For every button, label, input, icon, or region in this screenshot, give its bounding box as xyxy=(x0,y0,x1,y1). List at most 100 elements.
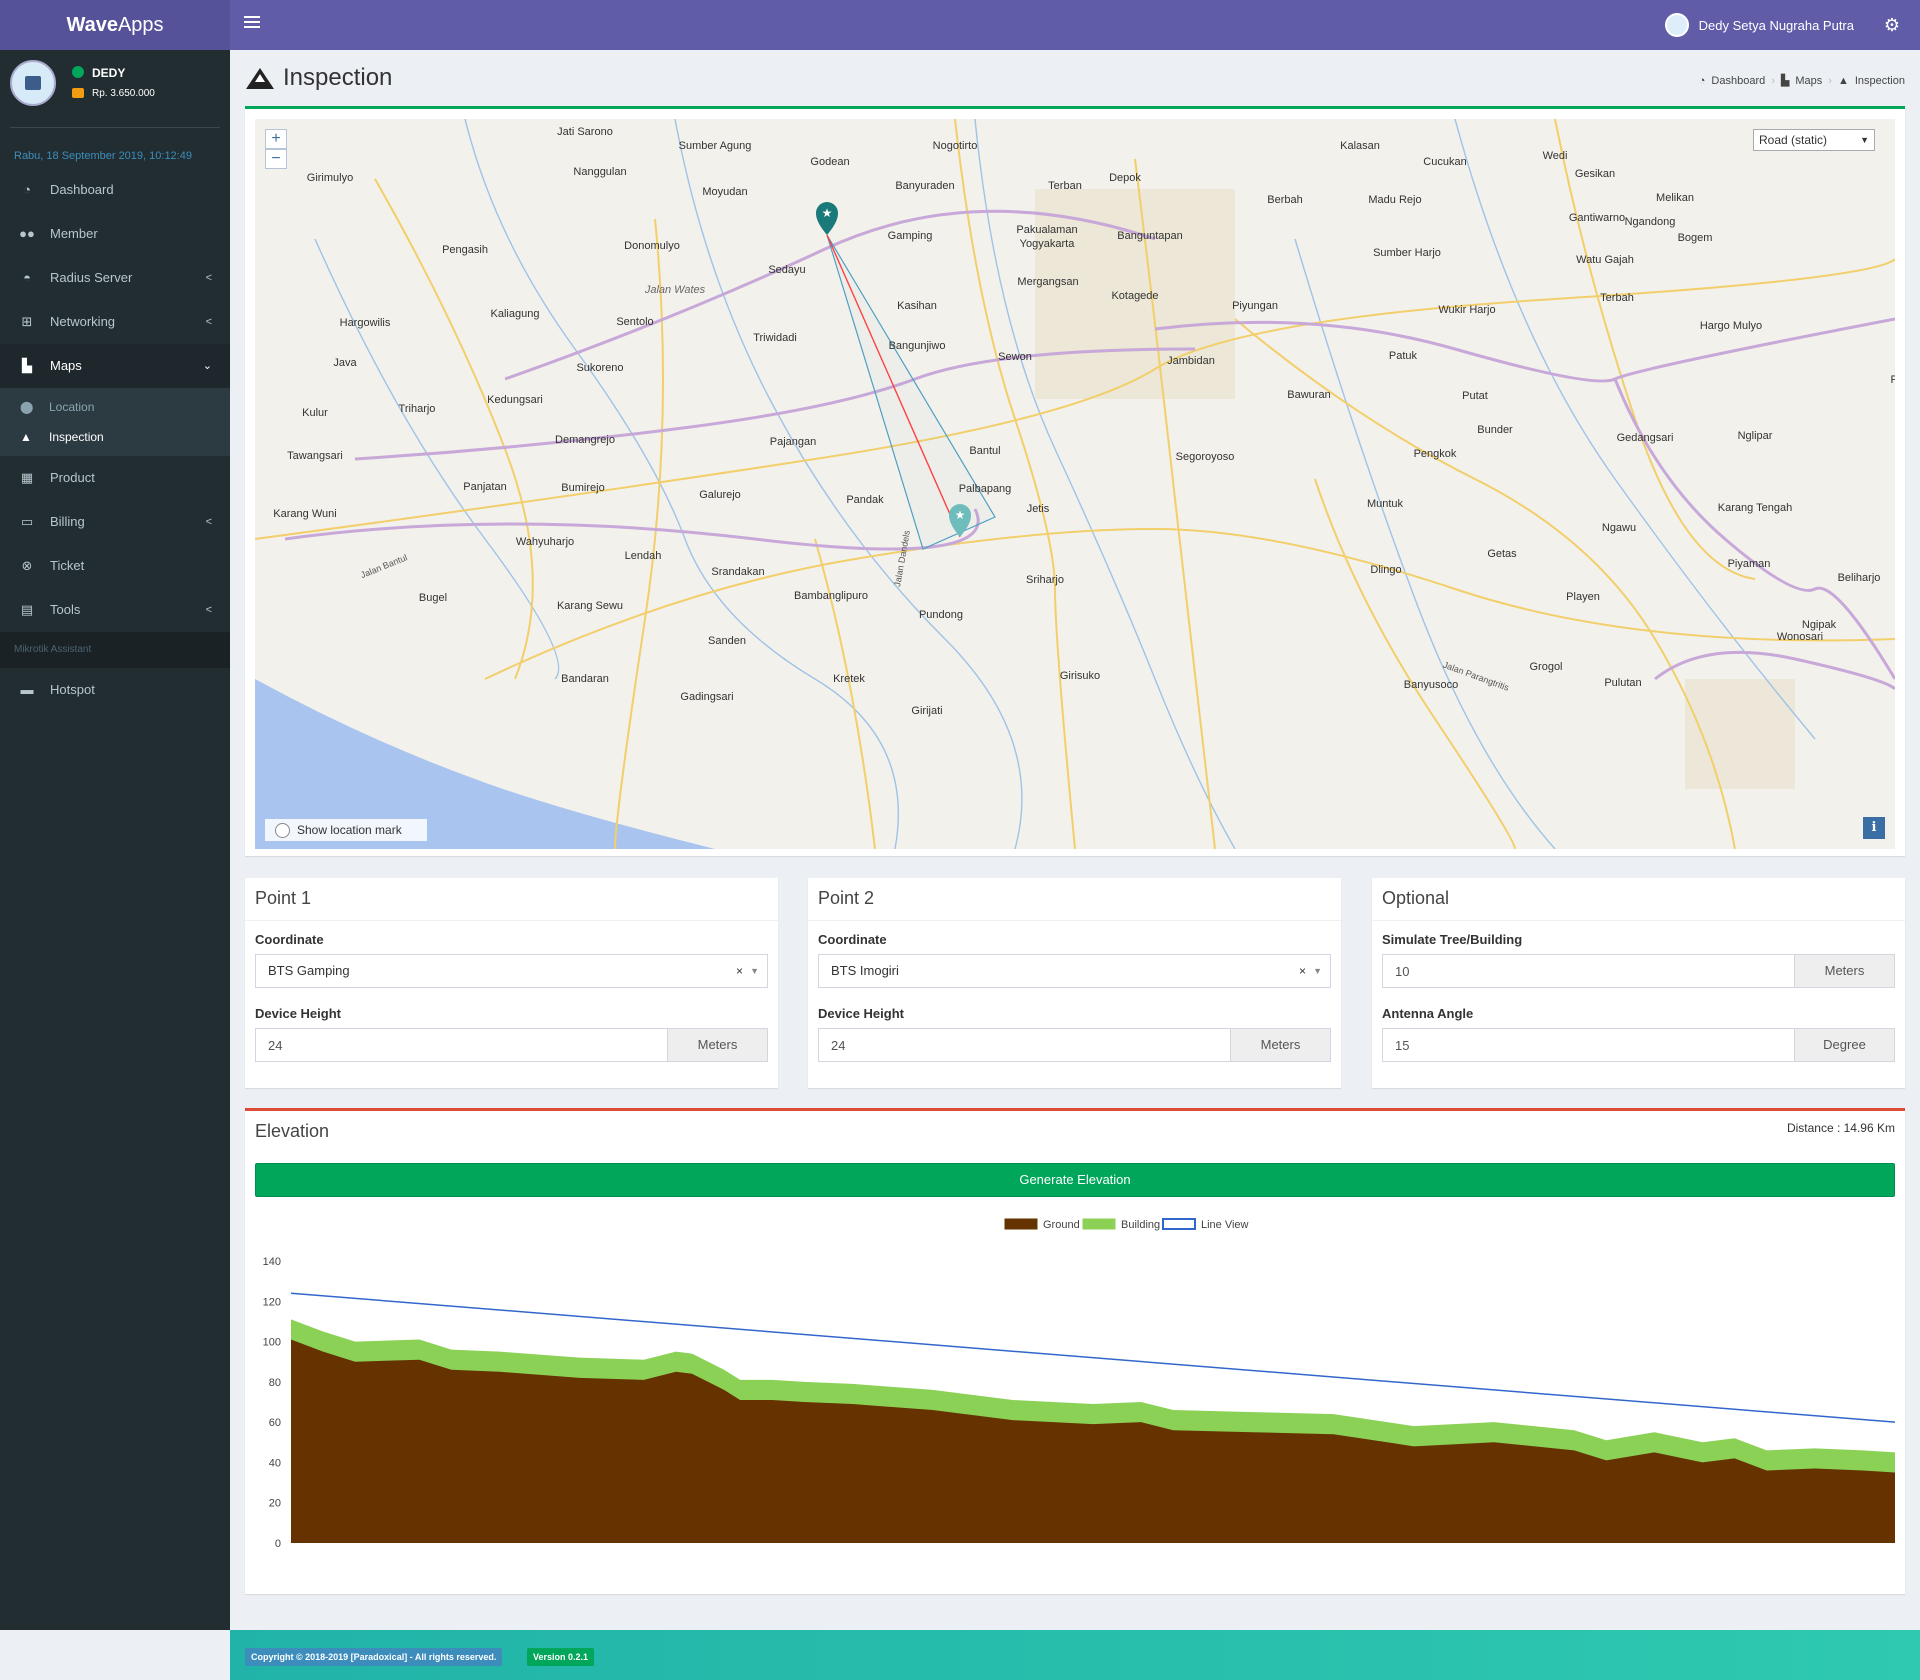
clear-icon[interactable]: × xyxy=(736,955,743,987)
user-menu[interactable]: Dedy Setya Nugraha Putra xyxy=(1664,0,1854,50)
brand-logo[interactable]: WaveApps xyxy=(0,0,230,50)
place-label: Pilangrejo xyxy=(1891,374,1895,386)
place-label: Hargo Mulyo xyxy=(1700,320,1762,332)
divider xyxy=(808,920,1341,921)
y-tick-label: 40 xyxy=(269,1457,281,1469)
point1-height-unit: Meters xyxy=(668,1028,768,1062)
life-ring-icon: ⊗ xyxy=(21,558,33,573)
point1-height-label: Device Height xyxy=(255,1006,341,1021)
copyright-badge: Copyright © 2018-2019 [Paradoxical] - Al… xyxy=(245,1648,503,1666)
page-title-text: Inspection xyxy=(283,64,393,91)
place-label: Banyuraden xyxy=(895,180,954,192)
place-label: Wukir Harjo xyxy=(1438,304,1495,316)
antenna-angle-group: Degree xyxy=(1382,1028,1895,1062)
place-label: Triwidadi xyxy=(753,332,797,344)
sidebar-item-label: Product xyxy=(50,470,95,485)
place-label: Jambidan xyxy=(1167,355,1215,367)
breadcrumb-dashboard[interactable]: Dashboard xyxy=(1711,75,1765,87)
sidebar-item-networking[interactable]: ⊞ Networking < xyxy=(0,300,230,344)
coins-icon xyxy=(72,88,84,98)
point2-height-input[interactable] xyxy=(818,1028,1231,1062)
point1-title: Point 1 xyxy=(255,888,312,908)
top-navbar: Dedy Setya Nugraha Putra ⚙ xyxy=(230,0,1920,50)
sidebar-item-label: Maps xyxy=(50,358,82,373)
tree-building-group: Meters xyxy=(1382,954,1895,988)
place-label: Nanggulan xyxy=(573,166,626,178)
y-tick-label: 100 xyxy=(263,1337,281,1349)
generate-elevation-button[interactable]: Generate Elevation xyxy=(255,1163,1895,1197)
place-label: Jetis xyxy=(1027,503,1050,515)
sidebar-item-inspection[interactable]: ▲ Inspection xyxy=(0,422,230,452)
sidebar-item-tools[interactable]: ▤ Tools < xyxy=(0,588,230,632)
maps-submenu: ⬤ Location ▲ Inspection xyxy=(0,388,230,456)
sidebar-item-maps[interactable]: ▙ Maps ⌄ xyxy=(0,344,230,388)
place-label: Wonosari xyxy=(1777,631,1823,643)
point2-height-group: Meters xyxy=(818,1028,1331,1062)
place-label: Lendah xyxy=(625,550,662,562)
place-label: Java xyxy=(333,357,357,369)
place-label: Karang Sewu xyxy=(557,600,623,612)
breadcrumb-maps[interactable]: Maps xyxy=(1795,75,1822,87)
y-tick-label: 120 xyxy=(263,1296,281,1308)
sidebar-item-billing[interactable]: ▭ Billing < xyxy=(0,500,230,544)
point1-coordinate-select[interactable]: BTS Gamping × ▼ xyxy=(255,954,768,988)
place-label: Terban xyxy=(1048,180,1082,192)
sidebar-item-ticket[interactable]: ⊗ Ticket xyxy=(0,544,230,588)
sidebar-item-dashboard[interactable]: ◔ Dashboard xyxy=(0,168,230,212)
point1-height-input[interactable] xyxy=(255,1028,668,1062)
sidebar-item-member[interactable]: ●● Member xyxy=(0,212,230,256)
sidebar-item-label: Dashboard xyxy=(50,182,114,197)
place-label: Pengkok xyxy=(1414,448,1457,460)
place-label: Kaliagung xyxy=(491,308,540,320)
point2-coordinate-select[interactable]: BTS Imogiri × ▼ xyxy=(818,954,1331,988)
place-label: Jalan Bantul xyxy=(359,552,409,580)
place-label: Sukoreno xyxy=(576,362,623,374)
marker-point1-icon[interactable]: ★ xyxy=(816,202,838,235)
point2-title: Point 2 xyxy=(818,888,875,908)
zoom-in-button[interactable]: + xyxy=(265,129,287,149)
place-label: Bantul xyxy=(969,445,1000,457)
breadcrumb-inspection: Inspection xyxy=(1854,74,1905,87)
gears-icon[interactable]: ⚙ xyxy=(1884,15,1900,36)
zoom-out-button[interactable]: − xyxy=(265,149,287,169)
map-type-select[interactable]: Road (static) xyxy=(1753,129,1875,151)
place-label: Gamping xyxy=(888,230,933,242)
y-tick-label: 80 xyxy=(269,1377,281,1389)
tree-building-input[interactable] xyxy=(1382,954,1795,988)
clear-icon[interactable]: × xyxy=(1299,955,1306,987)
show-location-mark-toggle[interactable]: Show location mark xyxy=(265,819,427,841)
sidebar-item-label: Member xyxy=(50,226,98,241)
place-label: Playen xyxy=(1566,591,1600,603)
place-label: Ngawu xyxy=(1602,522,1636,534)
tachometer-icon: ◓ xyxy=(23,270,31,285)
breadcrumb-separator: › xyxy=(1828,74,1832,87)
place-label: Pakualaman xyxy=(1016,224,1077,236)
sidebar-item-label: Tools xyxy=(50,602,81,617)
place-label: Nogotirto xyxy=(933,140,978,152)
sidebar-item-product[interactable]: ▦ Product xyxy=(0,456,230,500)
sidebar-item-hotspot[interactable]: ▬ Hotspot xyxy=(0,668,230,712)
sidebar-item-location[interactable]: ⬤ Location xyxy=(0,392,230,422)
divider xyxy=(1372,920,1905,921)
user-avatar-icon xyxy=(1664,13,1689,37)
point1-coordinate-label: Coordinate xyxy=(255,932,324,947)
point2-coordinate-label: Coordinate xyxy=(818,932,887,947)
mountain-icon xyxy=(246,68,274,89)
legend-swatch xyxy=(1162,1218,1196,1230)
place-label: Kotagede xyxy=(1111,290,1158,302)
sidebar-item-label: Location xyxy=(49,400,95,414)
map-canvas[interactable]: ★ ★ Jati Sarono Sumber Agung Godean Nogotir… xyxy=(255,119,1895,849)
map-info-button[interactable]: i xyxy=(1863,817,1885,839)
place-label: Girijati xyxy=(911,705,942,717)
y-tick-label: 60 xyxy=(269,1417,281,1429)
place-label: Madu Rejo xyxy=(1368,194,1421,206)
legend-swatch xyxy=(1004,1218,1038,1230)
sidebar-item-radius-server[interactable]: ◓ Radius Server < xyxy=(0,256,230,300)
place-label: Srandakan xyxy=(711,566,764,578)
sidebar-toggle-icon[interactable] xyxy=(244,16,260,30)
place-label: Bambanglipuro xyxy=(794,590,868,602)
place-label: Muntuk xyxy=(1367,498,1404,510)
map-marker-icon: ⬤ xyxy=(20,400,34,414)
place-label: Pundong xyxy=(919,609,963,621)
antenna-angle-input[interactable] xyxy=(1382,1028,1795,1062)
